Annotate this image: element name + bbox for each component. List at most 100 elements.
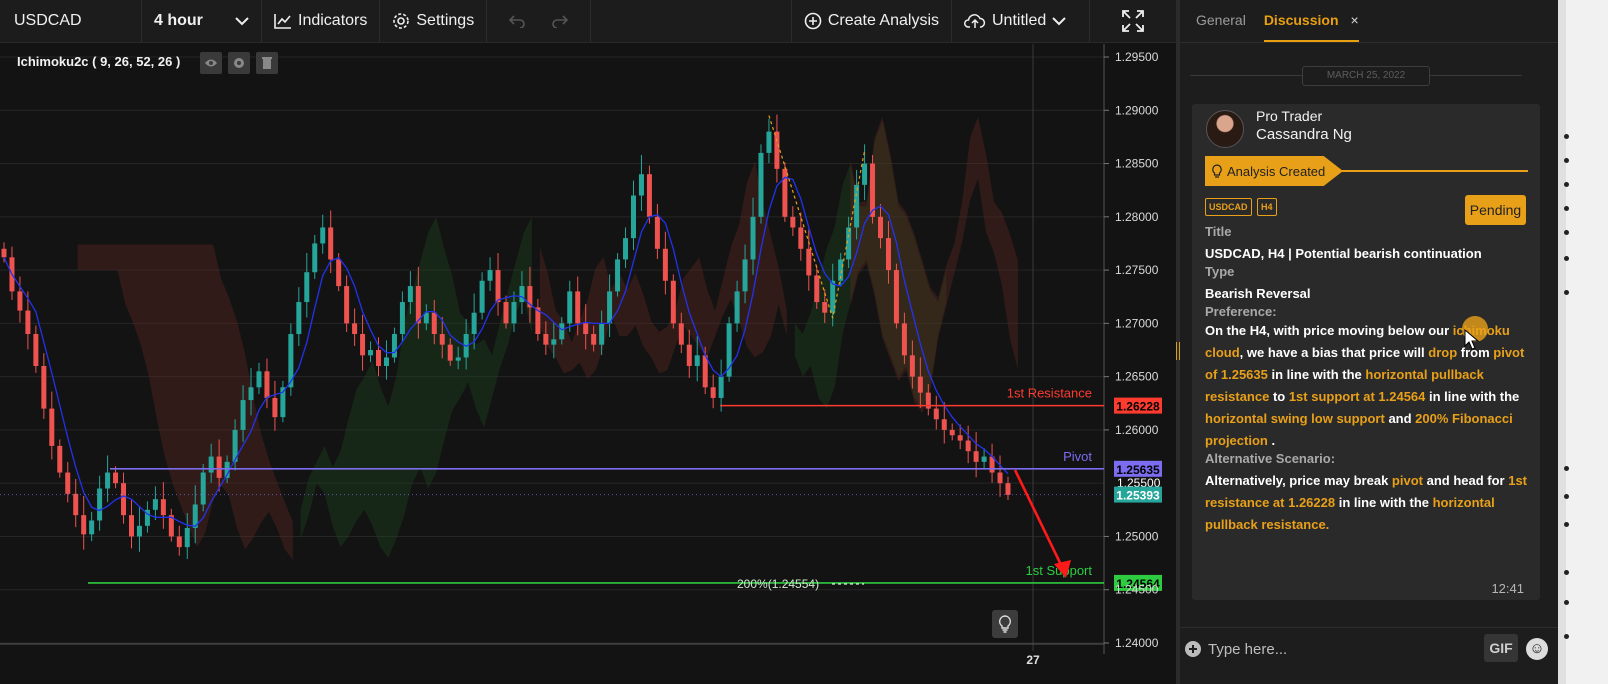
tab-discussion-label: Discussion — [1263, 12, 1339, 28]
redo-icon[interactable] — [551, 14, 569, 28]
level-label: 1st Resistance — [1007, 386, 1092, 401]
candle-body — [121, 483, 127, 516]
fullscreen-icon — [1122, 10, 1144, 32]
indicator-label: Ichimoku2c ( 9, 26, 52, 26 ) — [17, 54, 181, 69]
author-name[interactable]: Cassandra Ng — [1256, 126, 1352, 143]
candle-body — [822, 302, 828, 313]
undo-icon[interactable] — [508, 14, 526, 28]
candle-body — [49, 408, 55, 446]
plus-circle-icon[interactable] — [1184, 640, 1202, 658]
gif-button[interactable]: GIF — [1484, 634, 1518, 662]
message-timestamp: 12:41 — [1491, 581, 1524, 596]
analysis-card: Pro Trader Cassandra Ng Analysis Created… — [1192, 104, 1540, 600]
candle-body — [670, 280, 676, 324]
bullet-dot — [1564, 600, 1569, 605]
price-tick-label: 1.27000 — [1115, 316, 1159, 330]
status-badge[interactable]: Pending — [1465, 195, 1526, 225]
bullet-dot — [1564, 290, 1569, 295]
candle-body — [710, 387, 716, 398]
candle-body — [893, 270, 899, 324]
candle-body — [766, 131, 772, 153]
lightbulb-icon[interactable] — [992, 610, 1018, 638]
banner-label: Analysis Created — [1227, 163, 1326, 179]
bullet-dot — [1564, 494, 1569, 499]
candle-body — [957, 435, 963, 441]
candle-body — [136, 525, 142, 537]
trash-icon[interactable] — [256, 52, 278, 74]
candle-body — [336, 259, 342, 287]
text-segment: Alternatively, price may break — [1205, 473, 1392, 488]
candle-body — [630, 195, 636, 239]
candle-body — [487, 270, 493, 281]
candle-body — [455, 357, 461, 361]
candle-body — [176, 536, 182, 548]
create-analysis-button[interactable]: Create Analysis — [792, 0, 952, 43]
candle-body — [654, 216, 660, 249]
price-chart[interactable]: 1st Resistance1.26228Pivot1.256351st Sup… — [0, 44, 1176, 684]
candle-body — [511, 302, 517, 324]
candle-body — [25, 310, 31, 335]
candle-body — [208, 456, 214, 473]
fullscreen-button[interactable] — [1090, 0, 1176, 43]
scrollbar[interactable] — [1558, 0, 1566, 684]
forecast-arrow — [1013, 469, 1066, 572]
candle-body — [615, 259, 621, 292]
emoji-icon[interactable]: ☺ — [1526, 638, 1548, 660]
candle-body — [320, 227, 326, 244]
price-tick-label: 1.24000 — [1115, 636, 1159, 650]
top-toolbar: USDCAD 4 hour Indicators Settings Create… — [0, 0, 1176, 43]
interval-selector[interactable]: 4 hour — [142, 0, 262, 43]
settings-button[interactable]: Settings — [380, 0, 488, 43]
symbol-label: USDCAD — [14, 12, 82, 29]
avatar[interactable] — [1206, 110, 1244, 148]
price-tick-label: 1.26000 — [1115, 423, 1159, 437]
candle-body — [89, 520, 95, 535]
candle-body — [81, 515, 87, 535]
chat-input[interactable] — [1208, 638, 1468, 660]
create-analysis-label: Create Analysis — [827, 12, 939, 29]
candle-body — [734, 291, 740, 324]
tab-discussion[interactable]: Discussion × — [1263, 12, 1359, 42]
price-tick-label: 1.29500 — [1115, 50, 1159, 64]
candle-body — [599, 323, 605, 345]
date-pill: MARCH 25, 2022 — [1302, 66, 1430, 86]
candle-body — [702, 355, 708, 388]
external-page-strip — [1558, 0, 1608, 684]
candle-body — [854, 184, 860, 228]
candle-body — [662, 248, 668, 281]
undo-redo-group — [487, 0, 592, 43]
close-icon[interactable]: × — [1351, 12, 1359, 28]
text-segment: in line with the — [1267, 367, 1366, 382]
candle-body — [296, 302, 302, 335]
candle-body — [949, 429, 955, 436]
candle-body — [742, 259, 748, 292]
indicators-button[interactable]: Indicators — [262, 0, 381, 43]
candle-body — [519, 286, 525, 303]
price-tag-label: 1.25635 — [1116, 463, 1160, 477]
indicators-label: Indicators — [298, 12, 368, 29]
candle-body — [113, 472, 119, 484]
candle-body — [607, 291, 613, 324]
text-segment: and head for — [1422, 473, 1509, 488]
ichimoku-cloud — [77, 244, 293, 560]
chevron-down-icon — [1052, 17, 1066, 26]
ichimoku-cloud — [850, 116, 1018, 413]
bullet-dot — [1564, 634, 1569, 639]
candle-body — [862, 163, 868, 185]
candle-body — [1005, 483, 1011, 495]
candle-body — [981, 456, 987, 462]
analysis-created-banner: Analysis Created — [1205, 156, 1343, 186]
eye-icon[interactable] — [200, 52, 222, 74]
gear-icon[interactable] — [228, 52, 250, 74]
level-label: Pivot — [1063, 449, 1092, 464]
candle-body — [973, 451, 979, 462]
current-price-label: 1.25393 — [1116, 489, 1160, 503]
tab-general[interactable]: General — [1196, 12, 1246, 42]
chart-area[interactable]: 1st Resistance 1.26228 Pivot 1.25635 1st Sup… — [0, 44, 1176, 684]
plus-circle-icon — [804, 12, 822, 30]
layout-selector[interactable]: Untitled — [952, 0, 1090, 43]
candle-body — [878, 216, 884, 239]
candle-body — [806, 248, 812, 276]
symbol-selector[interactable]: USDCAD — [0, 0, 142, 43]
candle-body — [750, 216, 756, 260]
